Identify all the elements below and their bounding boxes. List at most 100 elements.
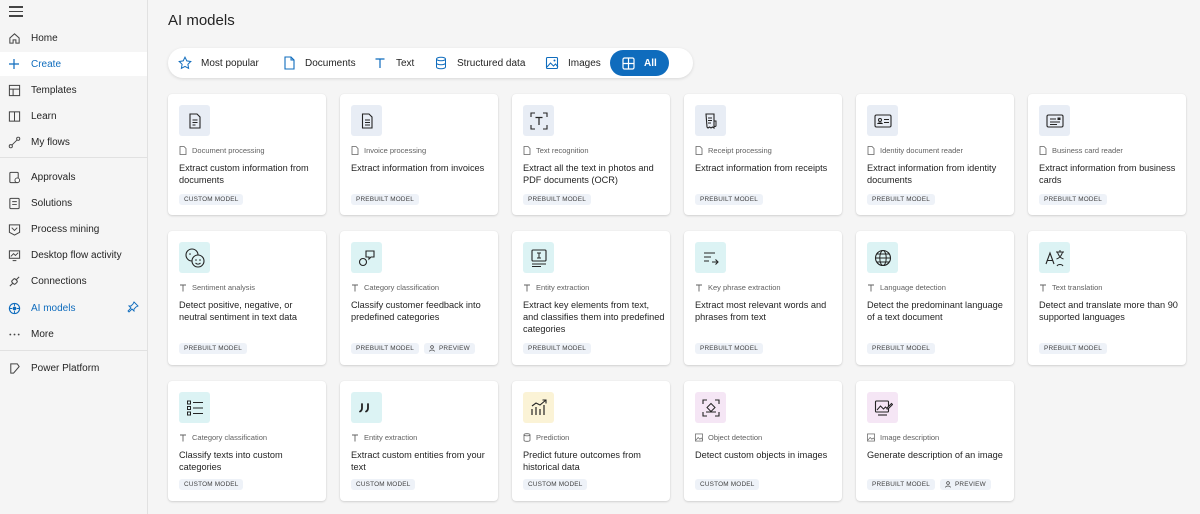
text-small-icon xyxy=(1039,284,1047,292)
model-card-invoice-processing[interactable]: Invoice processing Extract information f… xyxy=(340,94,498,215)
model-card-document-processing[interactable]: Document processing Extract custom infor… xyxy=(168,94,326,215)
model-card-identity-document-reader[interactable]: Identity document reader Extract informa… xyxy=(856,94,1014,215)
tab-label: Images xyxy=(568,57,601,69)
tab-label: Structured data xyxy=(457,57,526,69)
desktop-flow-icon xyxy=(7,248,21,262)
text-small-icon xyxy=(695,284,703,292)
nav-process-mining[interactable]: Process mining xyxy=(0,217,147,241)
nav-more[interactable]: More xyxy=(0,322,147,346)
model-type: Text recognition xyxy=(523,146,589,155)
tab-images[interactable]: Images xyxy=(545,48,601,78)
nav-learn[interactable]: Learn xyxy=(0,104,147,128)
model-card-key-phrase-extraction[interactable]: Key phrase extraction Extract most relev… xyxy=(684,231,842,365)
pin-icon[interactable] xyxy=(127,301,139,316)
nav-approvals[interactable]: Approvals xyxy=(0,165,147,189)
tab-most-popular[interactable]: Most popular xyxy=(178,48,259,78)
category-icon xyxy=(351,242,382,273)
nav-desktop-flow-activity[interactable]: Desktop flow activity xyxy=(0,243,147,267)
badges: PREBUILT MODEL xyxy=(523,343,596,354)
translate-icon xyxy=(1039,242,1070,273)
nav-power-platform[interactable]: Power Platform xyxy=(0,356,147,380)
model-card-custom-category-classification[interactable]: Category classification Classify texts i… xyxy=(168,381,326,501)
model-title: Classify texts into custom categories xyxy=(179,450,283,472)
model-category-tabs: Most popular Documents Text Structured d… xyxy=(168,48,693,78)
nav-ai-models[interactable]: AI models xyxy=(0,296,147,320)
model-type: Identity document reader xyxy=(867,146,963,155)
model-title: Classify customer feedback into predefin… xyxy=(351,300,481,322)
text-small-icon xyxy=(351,434,359,442)
templates-icon xyxy=(7,83,21,97)
model-badge: PREBUILT MODEL xyxy=(867,479,935,490)
text-small-icon xyxy=(179,284,187,292)
nav-divider xyxy=(0,157,147,158)
model-badge: CUSTOM MODEL xyxy=(695,479,760,490)
document-small-icon xyxy=(179,146,187,155)
home-icon xyxy=(7,31,21,45)
model-title: Extract information from identity docume… xyxy=(867,163,997,185)
model-card-sentiment-analysis[interactable]: Sentiment analysis Detect positive, nega… xyxy=(168,231,326,365)
nav-home[interactable]: Home xyxy=(0,26,147,50)
model-card-category-classification[interactable]: Category classification Classify custome… xyxy=(340,231,498,365)
identity-card-icon xyxy=(867,105,898,136)
hamburger-menu-icon[interactable] xyxy=(9,6,23,18)
model-card-receipt-processing[interactable]: Receipt processing Extract information f… xyxy=(684,94,842,215)
model-badge: PREBUILT MODEL xyxy=(351,194,419,205)
image-small-icon xyxy=(695,433,703,442)
nav-label: Templates xyxy=(31,84,77,96)
badges: PREBUILT MODEL PREVIEW xyxy=(867,479,996,490)
document-small-icon xyxy=(1039,146,1047,155)
tab-all[interactable]: All xyxy=(610,50,669,76)
nav-label: Process mining xyxy=(31,223,100,235)
model-badge: PREBUILT MODEL xyxy=(867,343,935,354)
tab-text[interactable]: Text xyxy=(373,48,414,78)
book-icon xyxy=(7,109,21,123)
main-content: AI models Most popular Documents Text St… xyxy=(148,0,1200,514)
model-title: Extract information from receipts xyxy=(695,163,828,173)
model-badge: PREBUILT MODEL xyxy=(351,343,419,354)
quote-icon xyxy=(351,392,382,423)
badges: CUSTOM MODEL xyxy=(179,194,248,205)
nav-label: Solutions xyxy=(31,197,73,209)
prediction-chart-icon xyxy=(523,392,554,423)
image-description-icon xyxy=(867,392,898,423)
model-card-entity-extraction[interactable]: Entity extraction Extract key elements f… xyxy=(512,231,670,365)
badges: CUSTOM MODEL xyxy=(351,479,420,490)
model-card-prediction[interactable]: Prediction Predict future outcomes from … xyxy=(512,381,670,501)
model-type: Object detection xyxy=(695,433,762,442)
more-icon xyxy=(7,327,21,341)
model-card-object-detection[interactable]: Object detection Detect custom objects i… xyxy=(684,381,842,501)
model-badge: PREBUILT MODEL xyxy=(1039,194,1107,205)
badges: PREBUILT MODEL xyxy=(1039,343,1112,354)
nav-label: AI models xyxy=(31,302,76,314)
model-title: Detect the predominant language of a tex… xyxy=(867,300,1003,322)
badges: PREBUILT MODEL xyxy=(695,194,768,205)
tab-structured-data[interactable]: Structured data xyxy=(434,48,525,78)
model-title: Extract all the text in photos and PDF d… xyxy=(523,163,654,185)
model-card-business-card-reader[interactable]: Business card reader Extract information… xyxy=(1028,94,1186,215)
tab-label: Most popular xyxy=(201,57,259,69)
nav-solutions[interactable]: Solutions xyxy=(0,191,147,215)
document-icon xyxy=(282,56,296,70)
model-card-image-description[interactable]: Image description Generate description o… xyxy=(856,381,1014,501)
preview-badge: PREVIEW xyxy=(939,479,991,490)
connections-icon xyxy=(7,274,21,288)
nav-create[interactable]: Create xyxy=(0,52,147,76)
star-icon xyxy=(178,56,192,70)
model-card-custom-entity-extraction[interactable]: Entity extraction Extract custom entitie… xyxy=(340,381,498,501)
data-small-icon xyxy=(523,433,531,442)
model-card-language-detection[interactable]: Language detection Detect the predominan… xyxy=(856,231,1014,365)
model-type: Entity extraction xyxy=(351,433,417,442)
model-type: Receipt processing xyxy=(695,146,772,155)
nav-templates[interactable]: Templates xyxy=(0,78,147,102)
entity-extraction-icon xyxy=(523,242,554,273)
model-card-text-translation[interactable]: Text translation Detect and translate mo… xyxy=(1028,231,1186,365)
model-type: Image description xyxy=(867,433,939,442)
model-card-text-recognition[interactable]: Text recognition Extract all the text in… xyxy=(512,94,670,215)
model-badge: PREBUILT MODEL xyxy=(523,194,591,205)
nav-connections[interactable]: Connections xyxy=(0,269,147,293)
tab-documents[interactable]: Documents xyxy=(282,48,356,78)
badges: PREBUILT MODEL PREVIEW xyxy=(351,343,480,354)
model-title: Extract custom entities from your text xyxy=(351,450,485,472)
nav-my-flows[interactable]: My flows xyxy=(0,130,147,154)
text-small-icon xyxy=(867,284,875,292)
